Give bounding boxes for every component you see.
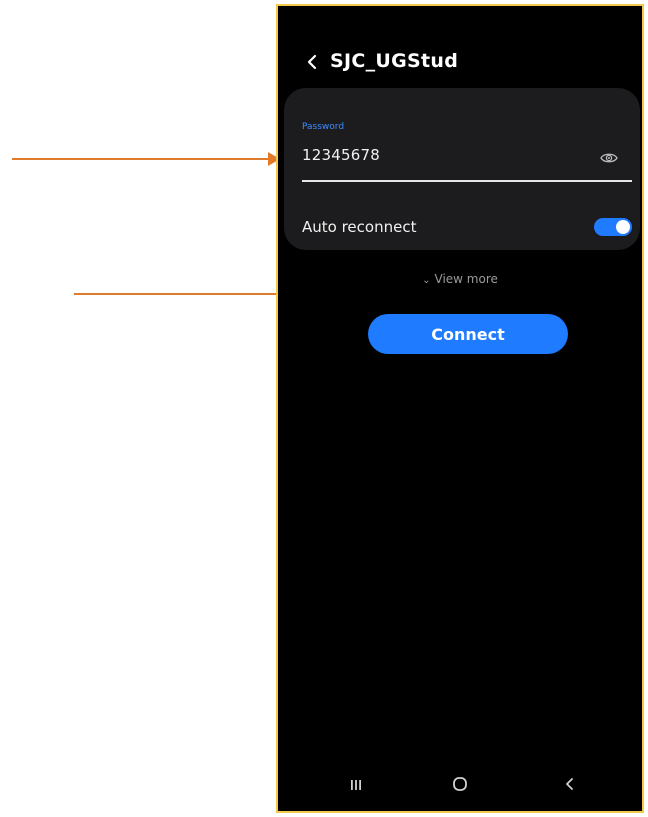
toggle-knob <box>616 220 630 234</box>
screenshot-stage: SJC_UGStud Password 12345678 Auto reconn… <box>0 0 648 817</box>
annotation-arrow-password <box>12 152 280 166</box>
home-icon[interactable] <box>452 776 468 792</box>
back-chevron-icon[interactable] <box>302 52 322 72</box>
phone-screen: SJC_UGStud Password 12345678 Auto reconn… <box>276 4 644 813</box>
password-label: Password <box>302 122 345 132</box>
navigation-bar <box>278 763 642 811</box>
connect-button[interactable]: Connect <box>368 314 568 354</box>
password-underline <box>302 180 632 182</box>
view-more-label: View more <box>434 272 498 286</box>
chevron-down-icon: ⌄ <box>422 275 431 286</box>
eye-icon[interactable] <box>600 150 618 164</box>
network-name-title: SJC_UGStud <box>330 50 459 72</box>
back-icon[interactable] <box>562 776 578 792</box>
view-more-link[interactable]: ⌄ View more <box>278 272 642 286</box>
password-input[interactable]: 12345678 <box>302 146 380 164</box>
network-settings-card: Password 12345678 Auto reconnect <box>284 88 640 250</box>
recents-icon[interactable] <box>348 777 364 793</box>
auto-reconnect-toggle[interactable] <box>594 218 632 236</box>
auto-reconnect-label: Auto reconnect <box>302 218 417 236</box>
